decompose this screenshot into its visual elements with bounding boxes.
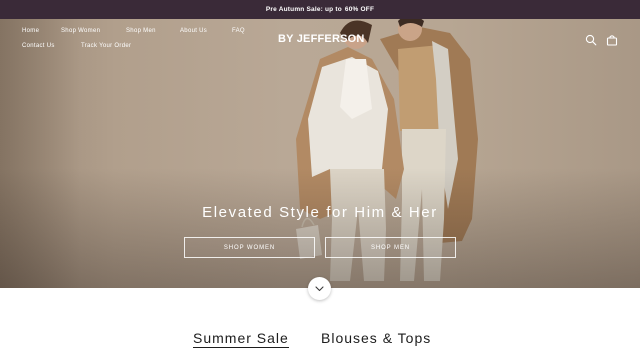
nav-faq[interactable]: FAQ — [232, 28, 245, 34]
announcement-bar: Pre Autumn Sale: up to 60% OFF — [0, 0, 640, 19]
nav-shop-women[interactable]: Shop Women — [61, 28, 100, 34]
shop-women-button[interactable]: SHOP WOMEN — [184, 237, 315, 258]
hero-title: Elevated Style for Him & Her — [202, 204, 438, 221]
announcement-highlight: 60% OFF — [344, 6, 375, 13]
hero-banner — [0, 19, 640, 288]
nav-shop-men[interactable]: Shop Men — [126, 28, 156, 34]
search-icon[interactable] — [585, 34, 597, 46]
shop-men-button[interactable]: SHOP MEN — [325, 237, 456, 258]
nav-home[interactable]: Home — [22, 28, 39, 34]
site-logo[interactable]: BY JEFFERSON — [278, 33, 365, 45]
nav-about-us[interactable]: About Us — [180, 28, 207, 34]
announcement-text: Pre Autumn Sale: up to — [265, 6, 342, 13]
bag-icon[interactable] — [606, 34, 618, 46]
nav-contact-us[interactable]: Contact Us — [22, 43, 55, 49]
chevron-down-icon — [315, 285, 324, 291]
tab-summer-sale[interactable]: Summer Sale — [193, 330, 289, 348]
tab-blouses-tops[interactable]: Blouses & Tops — [321, 330, 431, 346]
nav-track-order[interactable]: Track Your Order — [81, 43, 131, 49]
hero-vignette — [0, 168, 640, 288]
scroll-down-button[interactable] — [308, 277, 331, 300]
